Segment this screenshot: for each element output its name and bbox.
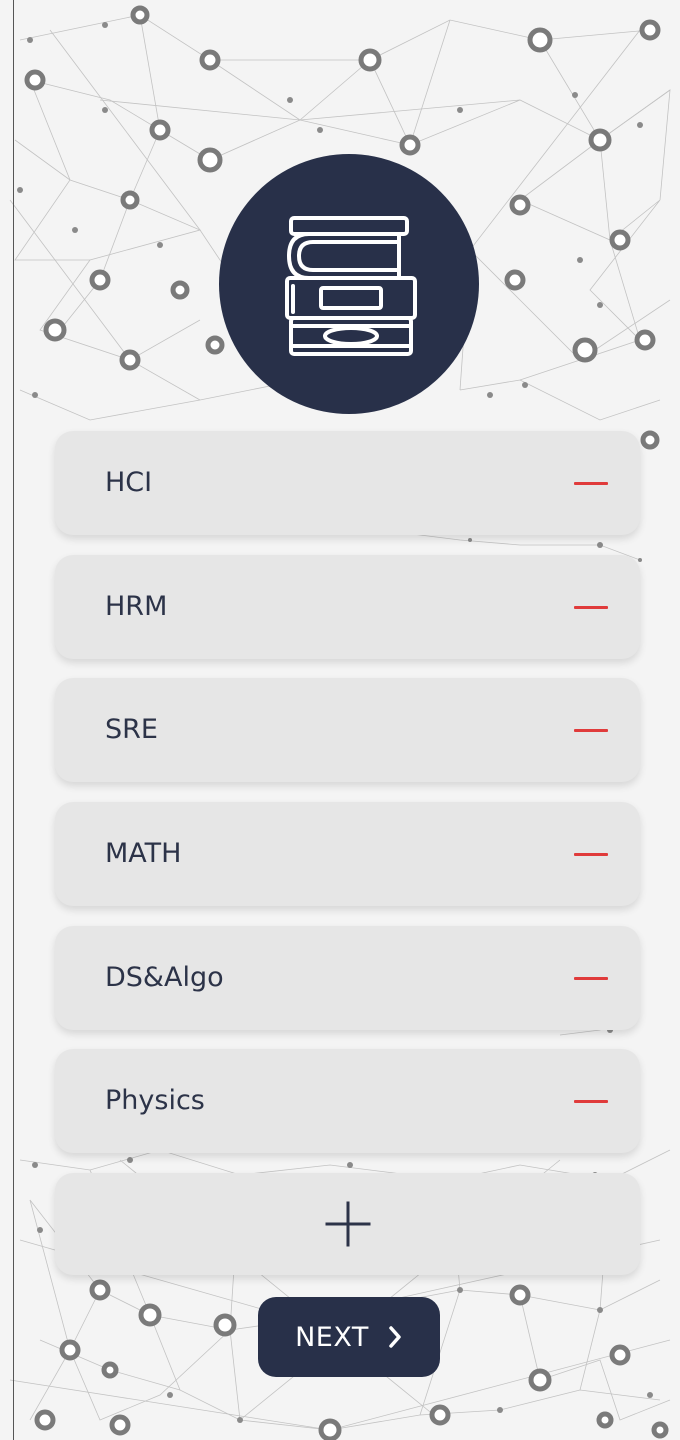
remove-subject-button[interactable] <box>574 714 608 746</box>
subject-item: HRM <box>55 555 640 659</box>
subject-list-screen: HCI HRM SRE MATH DS&Algo Physics NEXT <box>0 0 680 1440</box>
subject-label: Physics <box>105 1085 205 1116</box>
remove-subject-button[interactable] <box>574 467 608 499</box>
subject-label: MATH <box>105 838 182 869</box>
plus-icon <box>325 1201 370 1247</box>
books-icon <box>285 216 417 356</box>
subject-item: DS&Algo <box>55 926 640 1030</box>
subject-item: SRE <box>55 678 640 782</box>
minus-icon <box>574 976 608 980</box>
add-subject-button[interactable] <box>55 1173 640 1275</box>
subject-label: SRE <box>105 714 158 745</box>
remove-subject-button[interactable] <box>574 838 608 870</box>
remove-subject-button[interactable] <box>574 1085 608 1117</box>
screen-frame-edge <box>13 0 14 1440</box>
subject-item: HCI <box>55 431 640 535</box>
subject-label: HRM <box>105 591 168 622</box>
minus-icon <box>574 728 608 732</box>
app-logo <box>219 154 479 414</box>
subject-item: MATH <box>55 802 640 906</box>
remove-subject-button[interactable] <box>574 962 608 994</box>
minus-icon <box>574 605 608 609</box>
subject-label: DS&Algo <box>105 962 224 993</box>
minus-icon <box>574 1099 608 1103</box>
chevron-right-icon <box>389 1326 401 1348</box>
next-button-label: NEXT <box>295 1321 369 1353</box>
subject-item: Physics <box>55 1049 640 1153</box>
next-button[interactable]: NEXT <box>258 1297 440 1377</box>
minus-icon <box>574 481 608 485</box>
remove-subject-button[interactable] <box>574 591 608 623</box>
subject-label: HCI <box>105 467 153 498</box>
minus-icon <box>574 852 608 856</box>
